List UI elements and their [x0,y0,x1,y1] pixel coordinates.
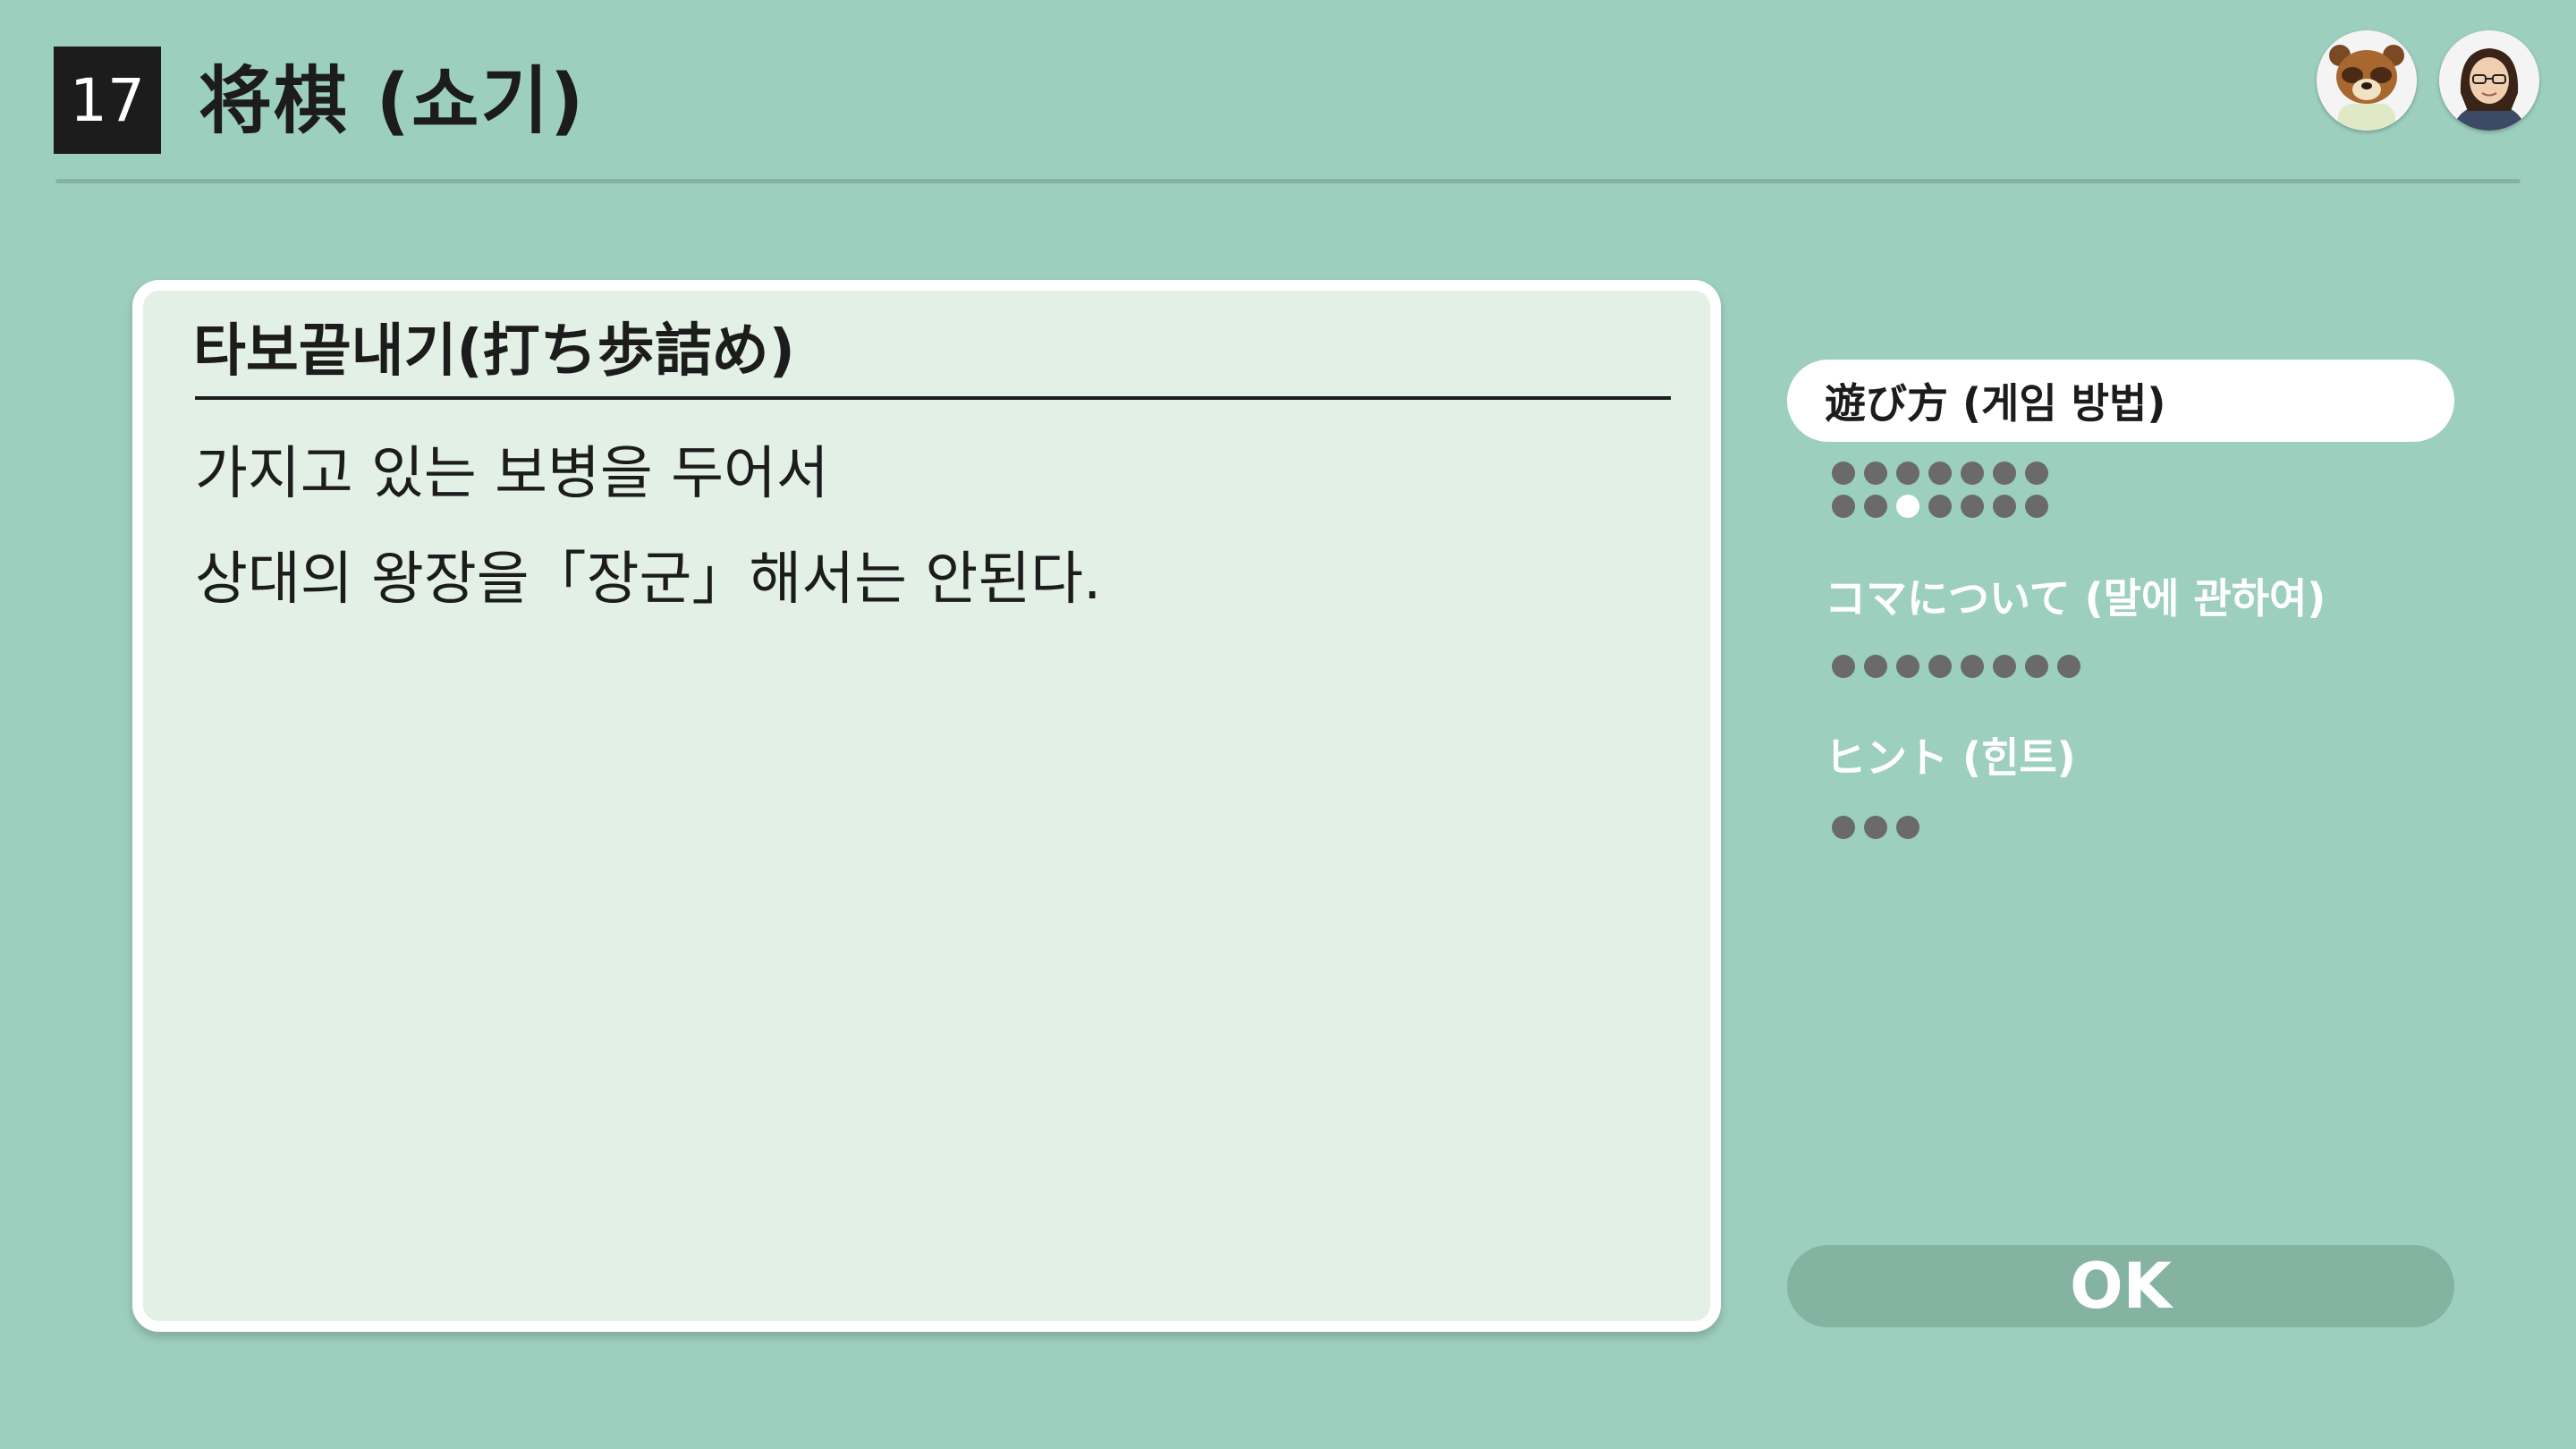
page-dot[interactable] [1896,816,1919,839]
page-dot[interactable] [1832,816,1855,839]
page-dot[interactable] [1961,462,1984,485]
page-dot[interactable] [2025,462,2048,485]
page-dot[interactable] [1864,816,1887,839]
hints-page-dots [1832,816,1919,839]
page-dot[interactable] [1961,655,1984,678]
menu-item-how-to-play[interactable]: 遊び方 (게임 방법) [1787,360,2454,442]
player-avatar-icon [2439,30,2539,131]
page-dot[interactable] [1928,495,1952,518]
page-dot[interactable] [1864,462,1887,485]
ok-button[interactable]: OK [1787,1245,2454,1327]
page-dot[interactable] [1993,495,2016,518]
page-dot[interactable] [1993,655,2016,678]
page-dot[interactable] [1896,655,1919,678]
page-dot[interactable] [1832,462,1855,485]
menu-item-about-pieces[interactable]: コマについて (말에 관하여) [1787,555,2454,637]
lesson-number-badge: 17 [54,47,161,154]
page-dot[interactable] [1832,655,1855,678]
rule-text-line: 상대의 왕장을「장군」해서는 안된다. [195,547,1102,613]
page-dot[interactable] [2025,655,2048,678]
rule-text-line: 가지고 있는 보병을 두어서 [195,441,829,507]
page-dot[interactable] [1832,495,1855,518]
page-dot[interactable] [2025,495,2048,518]
page-dot[interactable] [1864,655,1887,678]
page-dot[interactable] [2057,655,2080,678]
page-dot[interactable] [1928,462,1952,485]
menu-item-hints[interactable]: ヒント (힌트) [1787,714,2454,796]
page-dot[interactable] [1896,462,1919,485]
rule-title: 타보끝내기(打ち歩詰め) [193,318,795,385]
rule-title-underline [195,396,1671,400]
tom-nook-avatar-icon [2317,30,2417,131]
page-title: 将棋 (쇼기) [199,59,586,144]
about-pieces-page-dots [1832,655,2080,678]
how-to-play-page-dots-row-2 [1832,495,2048,518]
page-dot[interactable] [1961,495,1984,518]
rule-card: 타보끝내기(打ち歩詰め) 가지고 있는 보병을 두어서 상대의 왕장을「장군」해… [132,280,1721,1332]
current-page-dot[interactable] [1896,495,1919,518]
page-dot[interactable] [1993,462,2016,485]
header-divider [55,179,2521,183]
how-to-play-page-dots-row-1 [1832,462,2048,485]
page-dot[interactable] [1864,495,1887,518]
page-dot[interactable] [1928,655,1952,678]
